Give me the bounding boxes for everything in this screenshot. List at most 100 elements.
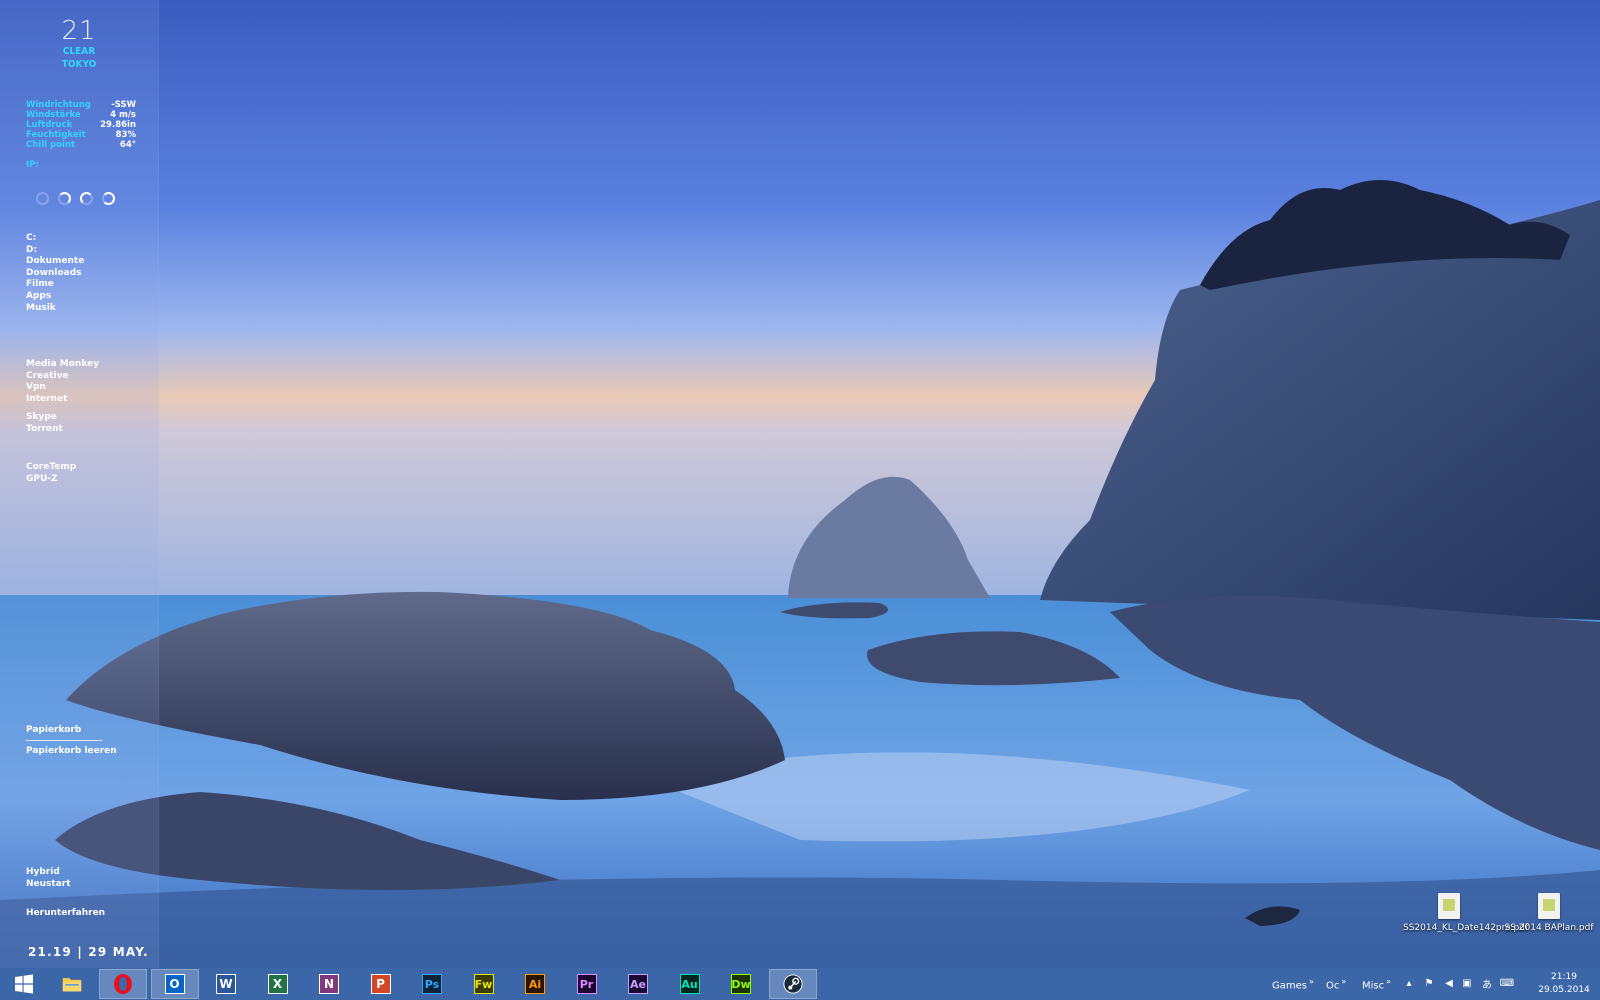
toolbar-oc[interactable]: Oc» (1326, 977, 1346, 991)
taskbar-file-explorer-button[interactable] (48, 969, 96, 999)
weather-value: 64° (119, 140, 136, 150)
file-explorer-icon (62, 974, 82, 994)
onenote-icon: N (319, 974, 339, 994)
recycle-bin-link: Papierkorb (26, 725, 81, 737)
link-dokumente[interactable]: Dokumente (26, 256, 84, 268)
tool-links: CoreTemp GPU-Z (26, 462, 76, 485)
drive-links: C: D: Dokumente Downloads Filme Apps Mus… (26, 233, 84, 314)
date-strip: 21.19 | 29 MAY. (28, 945, 149, 959)
link-hybrid[interactable]: Hybrid (26, 867, 71, 879)
shutdown-link-group: Herunterfahren (26, 908, 105, 920)
desktop-file-pdf-2[interactable]: SS 2014 BAPlan.pdf (1503, 893, 1595, 934)
link-creative[interactable]: Creative (26, 371, 99, 383)
fireworks-icon: Fw (473, 974, 494, 994)
toolbar-label: Misc (1362, 980, 1385, 992)
illustrator-icon: Ai (525, 974, 545, 994)
pdf-file-icon (1438, 893, 1460, 919)
link-herunterfahren[interactable]: Herunterfahren (26, 908, 105, 920)
premiere-icon: Pr (576, 974, 597, 994)
taskbar-outlook-button[interactable]: O (150, 969, 199, 999)
taskbar-premiere-button[interactable]: Pr (563, 969, 611, 999)
taskbar-audition-button[interactable]: Au (666, 969, 714, 999)
taskbar: O W X N P Ps Fw Ai Pr Ae Au Dw Games» Oc» Misc» ▴ ⚑… (0, 968, 1600, 1000)
network-icon[interactable]: ▣ (1460, 976, 1474, 990)
link-torrent[interactable]: Torrent (26, 424, 63, 436)
divider (26, 740, 102, 741)
pdf-file-icon (1538, 893, 1560, 919)
show-hidden-icons-icon[interactable]: ▴ (1402, 976, 1416, 990)
link-drive-d[interactable]: D: (26, 245, 84, 257)
taskbar-steam-button[interactable] (768, 969, 817, 999)
ime-icon[interactable]: あ (1480, 976, 1494, 991)
toolbar-label: Games (1272, 980, 1307, 992)
word-icon: W (216, 974, 236, 994)
city-name: TOKYO (61, 59, 97, 70)
link-musik[interactable]: Musik (26, 303, 84, 315)
volume-icon[interactable]: ◀ (1442, 976, 1456, 990)
action-center-flag-icon[interactable]: ⚑ (1422, 976, 1436, 990)
weather-details: Windrichtung -SSW Windstärke 4 m/s Luftdru… (26, 100, 136, 150)
taskbar-word-button[interactable]: W (202, 969, 250, 999)
weather-label: Feuchtigkeit (26, 130, 86, 140)
taskbar-windows-start-button[interactable] (0, 969, 48, 999)
link-media-monkey[interactable]: Media Monkey (26, 359, 99, 371)
weather-value: 83% (115, 130, 136, 140)
link-papierkorb-leeren[interactable]: Papierkorb leeren (26, 746, 117, 758)
opera-icon (112, 973, 134, 995)
powerpoint-icon: P (370, 974, 391, 994)
toolbar-label: Oc (1326, 980, 1340, 992)
weather-row: Chill point 64° (26, 140, 136, 150)
link-skype[interactable]: Skype (26, 412, 63, 424)
weather-label: Windstärke (26, 110, 81, 120)
desktop-file-label: SS2014_KL_Date142pre.pdf (1403, 923, 1529, 933)
clock-widget: 21 CLEAR TOKYO (50, 18, 108, 70)
audition-icon: Au (679, 974, 700, 994)
weather-label: Chill point (26, 140, 75, 150)
taskbar-excel-button[interactable]: X (254, 969, 302, 999)
taskbar-dreamweaver-button[interactable]: Dw (717, 969, 765, 999)
taskbar-fireworks-button[interactable]: Fw (460, 969, 508, 999)
app-links-2: Skype Torrent (26, 412, 63, 435)
desktop-file-label: SS 2014 BAPlan.pdf (1504, 923, 1594, 933)
weather-label: Windrichtung (26, 100, 91, 110)
weather-row: Windrichtung -SSW (26, 100, 136, 110)
toolbar-games[interactable]: Games» (1272, 977, 1314, 991)
link-filme[interactable]: Filme (26, 279, 84, 291)
weather-row: Feuchtigkeit 83% (26, 130, 136, 140)
after-effects-icon: Ae (628, 974, 648, 994)
taskbar-opera-button[interactable] (99, 969, 147, 999)
ram-ring-icon (58, 192, 71, 205)
photoshop-icon: Ps (422, 974, 442, 994)
link-vpn[interactable]: Vpn (26, 382, 99, 394)
weather-row: Luftdruck 29.86in (26, 120, 136, 130)
power-links: Hybrid Neustart (26, 867, 71, 890)
link-apps[interactable]: Apps (26, 291, 84, 303)
taskbar-illustrator-button[interactable]: Ai (511, 969, 559, 999)
app-links-1: Media Monkey Creative Vpn Internet (26, 359, 99, 405)
link-internet[interactable]: Internet (26, 394, 99, 406)
taskbar-powerpoint-button[interactable]: P (357, 969, 405, 999)
clock-hour: 21 (61, 16, 97, 46)
tray-time: 21:19 (1551, 972, 1577, 982)
cpu-ring-icon (36, 192, 49, 205)
keyboard-icon[interactable]: ⌨ (1500, 976, 1514, 990)
link-gpu-z[interactable]: GPU-Z (26, 474, 76, 486)
steam-icon (782, 974, 803, 994)
windows-start-icon (14, 974, 34, 994)
taskbar-onenote-button[interactable]: N (305, 969, 353, 999)
system-meters (36, 192, 115, 205)
taskbar-after-effects-button[interactable]: Ae (614, 969, 662, 999)
dreamweaver-icon: Dw (731, 974, 751, 994)
taskbar-photoshop-button[interactable]: Ps (408, 969, 456, 999)
chevron-icon: » (1341, 977, 1347, 986)
link-drive-c[interactable]: C: (26, 233, 84, 245)
toolbar-misc[interactable]: Misc» (1362, 977, 1391, 991)
link-downloads[interactable]: Downloads (26, 268, 84, 280)
link-coretemp[interactable]: CoreTemp (26, 462, 76, 474)
link-papierkorb[interactable]: Papierkorb (26, 725, 81, 737)
desktop-file-pdf-1[interactable]: SS2014_KL_Date142pre.pdf (1403, 893, 1529, 934)
tray-clock[interactable]: 21:19 29.05.2014 (1536, 971, 1592, 997)
link-neustart[interactable]: Neustart (26, 879, 71, 891)
chevron-icon: » (1386, 977, 1392, 986)
tray-date: 29.05.2014 (1538, 985, 1590, 995)
